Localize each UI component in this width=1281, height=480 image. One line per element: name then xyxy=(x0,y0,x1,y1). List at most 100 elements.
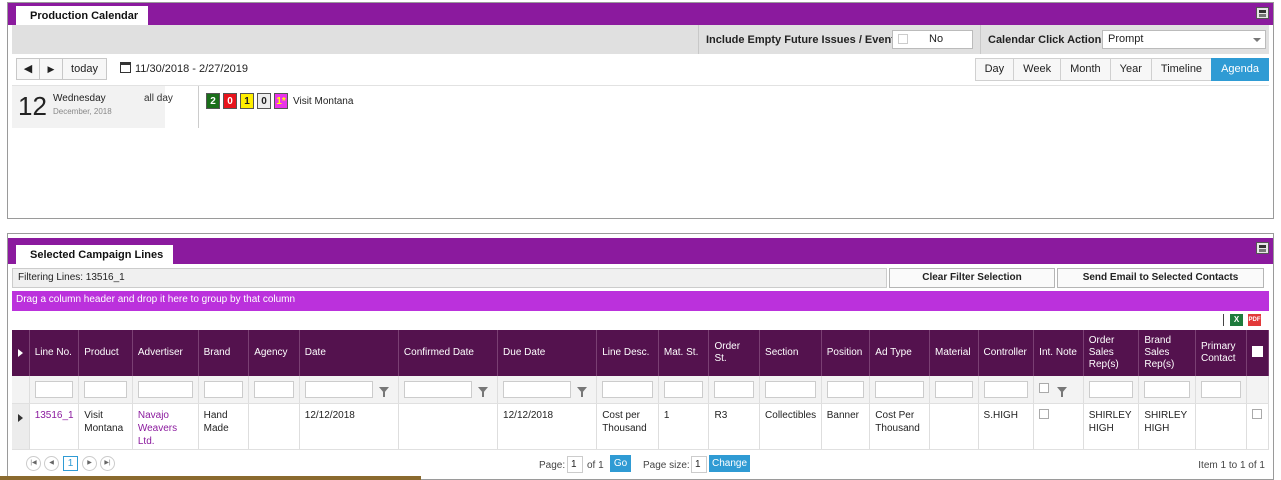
filter-cell-line-no xyxy=(29,376,80,404)
column-header-due-date[interactable]: Due Date xyxy=(497,330,598,376)
column-header-brand[interactable]: Brand xyxy=(198,330,250,376)
include-empty-label: Include Empty Future Issues / Events xyxy=(706,34,901,46)
filter-input-date[interactable] xyxy=(304,380,373,398)
view-day-button[interactable]: Day xyxy=(974,58,1015,81)
column-header-ad-type[interactable]: Ad Type xyxy=(869,330,930,376)
column-header-order-sales-rep-s[interactable]: Order Sales Rep(s) xyxy=(1083,330,1140,376)
select-all-checkbox[interactable] xyxy=(1251,345,1263,357)
column-header-line-no[interactable]: Line No. xyxy=(29,330,80,376)
agenda-time-label: all day xyxy=(144,93,173,104)
last-page-icon[interactable]: ▶| xyxy=(100,456,115,471)
page-size-input[interactable]: 1 xyxy=(691,456,707,473)
pdf-export-icon[interactable]: PDF xyxy=(1248,314,1261,326)
click-action-select[interactable]: Prompt xyxy=(1102,30,1266,49)
cell-section: Collectibles xyxy=(759,403,822,450)
cell-advertiser[interactable]: Navajo Weavers Ltd. xyxy=(132,403,199,450)
filter-cell-section xyxy=(759,376,822,404)
filter-input-order-st[interactable] xyxy=(714,380,755,398)
send-email-button[interactable]: Send Email to Selected Contacts xyxy=(1057,268,1264,288)
expand-all-cell[interactable] xyxy=(12,330,30,376)
agenda-event[interactable]: 2 0 1 0 1* Visit Montana xyxy=(206,93,353,109)
row-expand-cell[interactable] xyxy=(12,403,30,450)
filter-funnel-icon[interactable] xyxy=(577,387,588,397)
prev-button[interactable]: ◀ xyxy=(16,58,40,80)
column-header-material[interactable]: Material xyxy=(929,330,979,376)
filter-cell-date xyxy=(299,376,399,404)
excel-export-icon[interactable]: X xyxy=(1230,314,1243,326)
item-summary: Item 1 to 1 of 1 xyxy=(1198,460,1265,471)
filter-input-advertiser[interactable] xyxy=(137,380,193,398)
page-input[interactable]: 1 xyxy=(567,456,583,473)
view-month-button[interactable]: Month xyxy=(1060,58,1111,81)
column-header-brand-sales-rep-s[interactable]: Brand Sales Rep(s) xyxy=(1138,330,1197,376)
filter-funnel-icon[interactable] xyxy=(478,387,489,397)
cell-confirmed-date xyxy=(398,403,499,450)
column-header-advertiser[interactable]: Advertiser xyxy=(132,330,199,376)
column-header-mat-st[interactable]: Mat. St. xyxy=(658,330,710,376)
column-header-order-st[interactable]: Order St. xyxy=(708,330,761,376)
line-no-link[interactable]: 13516_1 xyxy=(35,410,74,421)
filter-input-confirmed-date[interactable] xyxy=(403,380,473,398)
filter-input-product[interactable] xyxy=(84,380,127,398)
filter-input-controller[interactable] xyxy=(983,380,1029,398)
change-button[interactable]: Change xyxy=(709,455,750,472)
filter-cell-order-st xyxy=(708,376,761,404)
next-button[interactable]: ▶ xyxy=(39,58,63,80)
column-header-product[interactable]: Product xyxy=(78,330,133,376)
filter-input-due-date[interactable] xyxy=(503,380,572,398)
clear-filter-button[interactable]: Clear Filter Selection xyxy=(889,268,1055,288)
filter-input-primary-contact[interactable] xyxy=(1201,380,1241,398)
agenda-event-title[interactable]: Visit Montana xyxy=(293,96,353,107)
selected-campaign-lines-tab[interactable]: Selected Campaign Lines xyxy=(15,244,175,264)
filter-cell-position xyxy=(821,376,871,404)
filter-input-mat-st[interactable] xyxy=(663,380,704,398)
view-timeline-button[interactable]: Timeline xyxy=(1150,58,1213,81)
row-select-checkbox[interactable] xyxy=(1252,408,1263,419)
page-number-current[interactable]: 1 xyxy=(63,456,78,471)
advertiser-link[interactable]: Navajo Weavers Ltd. xyxy=(138,410,177,447)
filter-input-ad-type[interactable] xyxy=(875,380,924,398)
view-switcher: Day Week Month Year Timeline Agenda xyxy=(974,58,1269,81)
column-header-confirmed-date[interactable]: Confirmed Date xyxy=(398,330,499,376)
today-button[interactable]: today xyxy=(62,58,107,80)
column-header-position[interactable]: Position xyxy=(821,330,871,376)
column-header-int-note[interactable]: Int. Note xyxy=(1033,330,1084,376)
filter-input-line-no[interactable] xyxy=(34,380,74,398)
column-header-agency[interactable]: Agency xyxy=(248,330,300,376)
prev-page-icon[interactable]: ◀ xyxy=(44,456,59,471)
table-row[interactable]: 13516_1 Visit Montana Navajo Weavers Ltd… xyxy=(12,403,1270,450)
filter-input-brand[interactable] xyxy=(203,380,244,398)
column-header-date[interactable]: Date xyxy=(299,330,399,376)
int-note-checkbox[interactable] xyxy=(1039,408,1050,419)
next-page-icon[interactable]: ▶ xyxy=(82,456,97,471)
filter-input-brand-sales-rep[interactable] xyxy=(1144,380,1191,398)
filter-input-line-desc[interactable] xyxy=(602,380,653,398)
filter-funnel-icon[interactable] xyxy=(378,387,389,397)
column-header-line-desc[interactable]: Line Desc. xyxy=(596,330,659,376)
cell-select xyxy=(1246,403,1270,450)
cell-line-no[interactable]: 13516_1 xyxy=(29,403,80,450)
filter-input-section[interactable] xyxy=(765,380,816,398)
int-note-filter-checkbox[interactable] xyxy=(1039,382,1050,393)
filter-funnel-icon[interactable] xyxy=(1056,387,1067,397)
production-calendar-tab[interactable]: Production Calendar xyxy=(15,5,150,25)
filter-input-agency[interactable] xyxy=(254,380,294,398)
production-calendar-panel: Production Calendar Include Empty Future… xyxy=(7,2,1274,219)
date-range-text: 11/30/2018 - 2/27/2019 xyxy=(135,63,248,75)
view-week-button[interactable]: Week xyxy=(1013,58,1062,81)
column-header-controller[interactable]: Controller xyxy=(978,330,1035,376)
filter-input-order-sales-rep[interactable] xyxy=(1088,380,1134,398)
group-by-drop-zone[interactable]: Drag a column header and drop it here to… xyxy=(12,291,1269,311)
view-agenda-button[interactable]: Agenda xyxy=(1211,58,1269,81)
cell-order-sales-rep: SHIRLEY HIGH xyxy=(1083,403,1140,450)
filter-input-position[interactable] xyxy=(826,380,865,398)
calendar-pin-icon[interactable] xyxy=(1256,7,1269,19)
first-page-icon[interactable]: |◀ xyxy=(26,456,41,471)
column-header-section[interactable]: Section xyxy=(759,330,822,376)
include-empty-toggle[interactable]: No xyxy=(892,30,973,49)
column-header-primary-contact[interactable]: Primary Contact xyxy=(1195,330,1247,376)
go-button[interactable]: Go xyxy=(610,455,631,472)
filter-input-material[interactable] xyxy=(934,380,973,398)
campaign-pin-icon[interactable] xyxy=(1256,242,1269,254)
view-year-button[interactable]: Year xyxy=(1109,58,1152,81)
